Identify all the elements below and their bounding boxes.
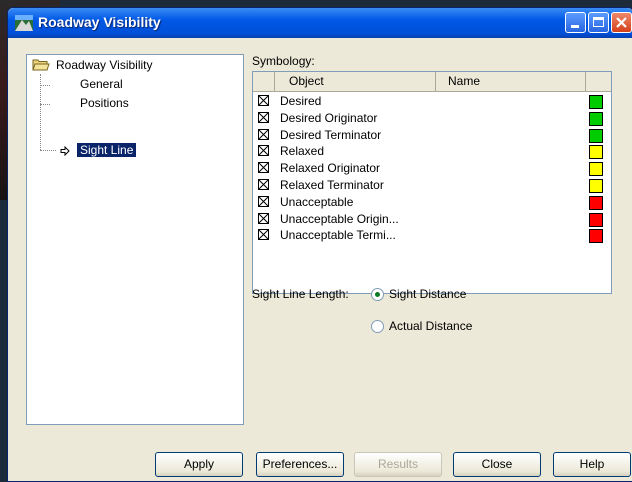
list-item[interactable]: Desired Terminator [258,127,608,144]
checkbox-x-icon [259,146,268,156]
color-swatch[interactable] [589,195,603,210]
tree-root[interactable]: Roadway Visibility [56,58,153,72]
minimize-icon [571,25,579,28]
symbology-label: Symbology: [252,54,315,68]
column-header-object[interactable]: Object [275,72,436,91]
list-item[interactable]: Unacceptable Termi... [258,227,608,244]
dialog-body: Roadway Visibility General Positions Sig… [8,38,632,481]
list-item[interactable]: Desired Originator [258,110,608,127]
row-label: Unacceptable Termi... [280,228,396,243]
list-header: Object Name [253,72,611,92]
color-swatch[interactable] [589,179,603,193]
checkbox-x-icon [259,196,268,206]
close-button[interactable]: Close [453,452,541,477]
radio-actual-distance[interactable] [371,320,384,333]
tree-item-general[interactable]: General [80,77,123,91]
color-swatch[interactable] [589,162,603,177]
navigation-tree: Roadway Visibility General Positions Sig… [26,54,244,425]
tree-connector [40,104,50,105]
apply-button[interactable]: Apply [155,452,243,477]
row-checkbox[interactable] [258,195,269,207]
tree-connector [40,85,50,86]
list-item[interactable]: Unacceptable [258,194,608,211]
preferences-button[interactable]: Preferences... [256,452,344,477]
row-checkbox[interactable] [258,229,269,241]
help-button[interactable]: Help [553,452,631,477]
row-checkbox[interactable] [258,212,269,224]
list-item[interactable]: Relaxed [258,143,608,160]
checkbox-x-icon [259,129,268,139]
radio-actual-distance-label[interactable]: Actual Distance [389,319,472,333]
title-bar[interactable]: Roadway Visibility [8,8,632,38]
maximize-icon [593,17,604,27]
checkbox-x-icon [259,96,268,105]
list-item[interactable]: Desired [258,93,608,110]
folder-open-icon [32,59,50,71]
checkbox-x-icon [259,112,268,122]
close-icon [616,17,627,28]
list-item[interactable]: Unacceptable Origin... [258,211,608,228]
row-checkbox[interactable] [258,162,269,174]
window-title: Roadway Visibility [38,14,161,30]
sight-line-length-label: Sight Line Length: [252,287,349,301]
radio-sight-distance[interactable] [371,288,384,301]
radio-selected-dot [375,292,380,297]
row-label: Relaxed Terminator [280,178,384,192]
list-item[interactable]: Relaxed Terminator [258,177,608,194]
minimize-button[interactable] [565,12,586,33]
row-label: Relaxed Originator [280,161,381,176]
radio-sight-distance-label[interactable]: Sight Distance [389,287,466,301]
app-icon [15,15,33,31]
checkbox-x-icon [259,163,268,173]
row-label: Unacceptable Origin... [280,211,399,226]
maximize-button[interactable] [588,12,609,33]
row-checkbox[interactable] [258,111,269,123]
symbology-list: Object Name Desired Desired Originator Des… [252,71,612,294]
tree-item-positions[interactable]: Positions [80,96,129,110]
color-swatch[interactable] [589,212,603,227]
color-swatch[interactable] [589,111,603,126]
checkbox-x-icon [259,230,268,240]
color-swatch[interactable] [589,128,603,143]
list-item[interactable]: Relaxed Originator [258,160,608,177]
checkbox-x-icon [259,180,268,189]
header-spacer [253,72,275,91]
checkbox-x-icon [259,213,268,223]
row-label: Relaxed [280,144,325,159]
tree-connector [40,150,56,151]
row-label: Unacceptable [280,194,354,209]
row-checkbox[interactable] [258,179,269,190]
results-button[interactable]: Results [354,452,442,477]
tree-item-sight-line-label: Sight Line [77,143,137,157]
color-swatch[interactable] [589,145,603,160]
close-window-button[interactable] [611,12,632,33]
color-swatch[interactable] [589,229,603,244]
row-checkbox[interactable] [258,95,269,106]
row-checkbox[interactable] [258,145,269,157]
row-label: Desired Terminator [280,127,382,142]
row-checkbox[interactable] [258,128,269,140]
arrow-right-icon [60,146,70,156]
row-label: Desired Originator [280,110,378,125]
color-swatch[interactable] [589,95,603,109]
column-header-name[interactable]: Name [436,72,586,91]
dialog-window: Roadway Visibility Roadway Visibility Ge… [7,7,632,482]
tree-item-sight-line[interactable]: Sight Line [77,143,137,157]
row-label: Desired [280,94,322,108]
